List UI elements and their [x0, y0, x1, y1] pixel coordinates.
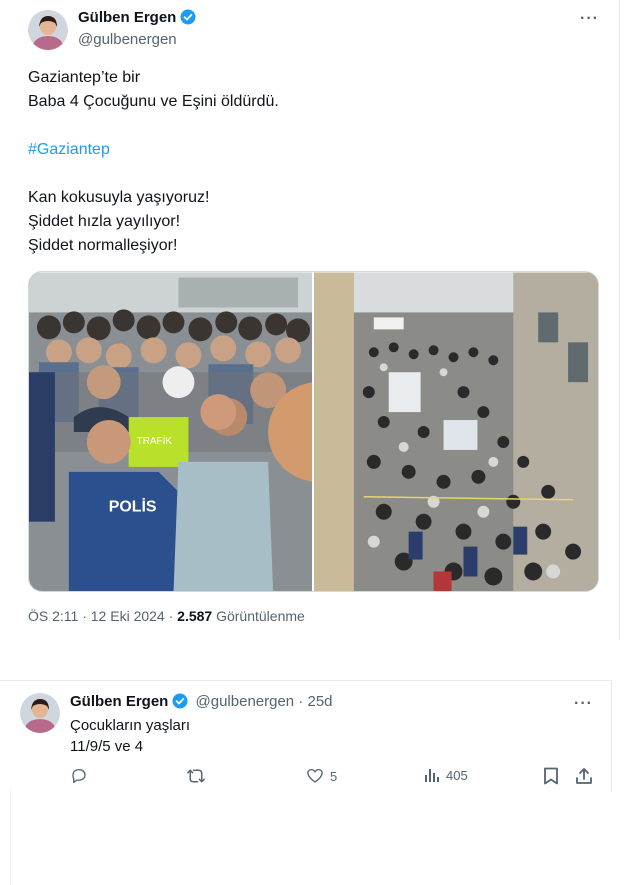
- timestamp[interactable]: ÖS 2:11 · 12 Eki 2024 ·: [28, 608, 177, 624]
- verified-badge-icon: [180, 9, 196, 29]
- tweet-text-line: Şiddet hızla yayılıyor!: [28, 213, 181, 230]
- crowd-photo-left[interactable]: TRAFİK POLİS: [29, 272, 312, 592]
- tweet-text-line: Baba 4 Çocuğunu ve Eşini öldürdü.: [28, 93, 279, 110]
- action-bar: 5 405: [0, 767, 612, 789]
- more-options-button[interactable]: ···: [580, 10, 599, 28]
- reply-icon: [70, 767, 88, 785]
- author-name[interactable]: Gülben Ergen: [70, 693, 168, 710]
- author-handle[interactable]: @gulbenergen: [196, 693, 295, 710]
- reply-text-line: Çocukların yaşları: [70, 717, 191, 734]
- heart-icon: [306, 767, 324, 785]
- retweet-icon: [186, 767, 206, 785]
- views-count: 405: [446, 767, 468, 783]
- views-label: Görüntülenme: [216, 608, 305, 624]
- reply-button[interactable]: [70, 767, 88, 785]
- like-count: 5: [330, 768, 338, 784]
- crowd-photo-right[interactable]: [314, 272, 598, 592]
- reply-text-line: 11/9/5 ve 4: [70, 738, 144, 755]
- media-gallery[interactable]: TRAFİK POLİS: [28, 271, 599, 592]
- retweet-button[interactable]: [186, 767, 206, 785]
- reply-header: Gülben Ergen @gulbenergen · 25d: [70, 693, 333, 713]
- tweet-text-line: Gaziantep’te bir: [28, 69, 141, 86]
- author-handle[interactable]: @gulbenergen: [78, 31, 177, 48]
- reply-text: Çocukların yaşları 11/9/5 ve 4: [70, 715, 190, 757]
- more-options-button[interactable]: ···: [574, 695, 593, 713]
- tweet-text: Gaziantep’te bir Baba 4 Çocuğunu ve Eşin…: [28, 66, 588, 258]
- avatar[interactable]: [28, 10, 68, 50]
- share-button[interactable]: [575, 767, 593, 785]
- share-icon: [575, 767, 593, 785]
- tweet-meta: ÖS 2:11 · 12 Eki 2024 · 2.587 Görüntülen…: [28, 608, 305, 624]
- like-button[interactable]: 5: [306, 767, 337, 785]
- verified-badge-icon: [172, 693, 188, 713]
- tweet-text-line: Şiddet normalleşiyor!: [28, 237, 178, 254]
- bookmark-button[interactable]: [543, 767, 559, 785]
- svg-text:POLİS: POLİS: [109, 498, 157, 516]
- views-button[interactable]: 405: [424, 767, 468, 783]
- views-chart-icon: [424, 767, 440, 783]
- tweet-text-line: Kan kokusuyla yaşıyoruz!: [28, 189, 210, 206]
- blank-area: [10, 790, 620, 885]
- views-count: 2.587: [177, 608, 213, 624]
- reply-age[interactable]: · 25d: [298, 693, 332, 710]
- divider: [0, 680, 612, 681]
- bookmark-icon: [543, 767, 559, 785]
- avatar[interactable]: [20, 693, 60, 733]
- hashtag-link[interactable]: #Gaziantep: [28, 138, 588, 162]
- author-name[interactable]: Gülben Ergen: [78, 9, 196, 29]
- svg-text:TRAFİK: TRAFİK: [137, 436, 173, 447]
